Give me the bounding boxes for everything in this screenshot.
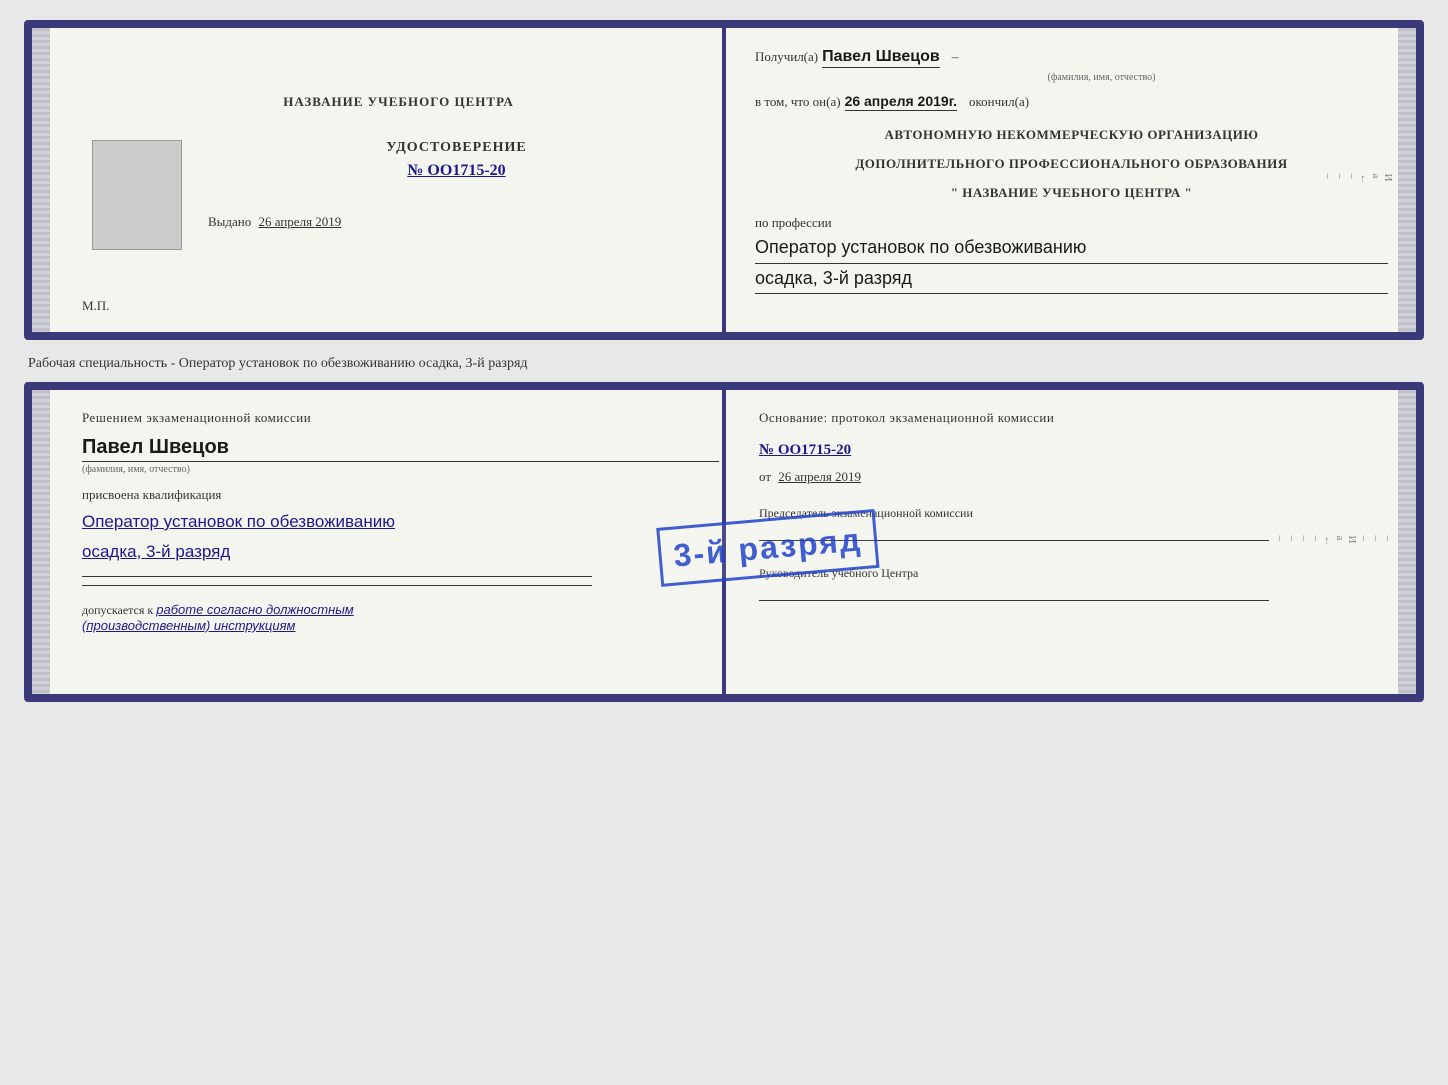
sig-line1 xyxy=(82,576,592,577)
cert-title: УДОСТОВЕРЕНИЕ xyxy=(198,140,715,156)
card2-document: Решением экзаменационной комиссии Павел … xyxy=(24,382,1424,702)
side-char-i: И xyxy=(1382,174,1394,187)
in-that-prefix: в том, что он(а) xyxy=(755,94,841,110)
sig-line2 xyxy=(82,585,592,586)
side-char2-dash2: – xyxy=(1370,536,1382,549)
chairman-sig-line xyxy=(759,540,1269,541)
director-block: Руководитель учебного Центра xyxy=(759,565,1396,601)
card2-left-panel: Решением экзаменационной комиссии Павел … xyxy=(32,390,739,694)
card1-document: НАЗВАНИЕ УЧЕБНОГО ЦЕНТРА УДОСТОВЕРЕНИЕ №… xyxy=(24,20,1424,340)
director-label: Руководитель учебного Центра xyxy=(759,565,1396,582)
received-row: Получил(а) Павел Швецов – xyxy=(755,48,1388,68)
side-char-a: а xyxy=(1370,174,1382,187)
basis-title: Основание: протокол экзаменационной коми… xyxy=(759,410,1396,426)
side-char2-i: И xyxy=(1346,536,1358,549)
side-char2-dash4: – xyxy=(1310,536,1322,549)
chairman-label: Председатель экзаменационной комиссии xyxy=(759,505,1396,522)
org-line1: АВТОНОМНУЮ НЕКОММЕРЧЕСКУЮ ОРГАНИЗАЦИЮ xyxy=(755,125,1388,146)
side-char2-dash3: – xyxy=(1358,536,1370,549)
assigned-label: присвоена квалификация xyxy=(82,487,719,503)
director-sig-line xyxy=(759,600,1269,601)
qualification2: осадка, 3-й разряд xyxy=(82,539,719,565)
side-char-arrow: ← xyxy=(1358,174,1370,187)
profession-value1: Оператор установок по обезвоживанию xyxy=(755,235,1388,263)
decision-title: Решением экзаменационной комиссии xyxy=(82,410,719,426)
dash1: – xyxy=(952,49,959,65)
cert-number: № OO1715-20 xyxy=(198,162,715,180)
card2-name-subtitle: (фамилия, имя, отчество) xyxy=(82,464,719,475)
date-value: 26 апреля 2019 xyxy=(778,469,861,484)
side-char2-dash1: – xyxy=(1382,536,1394,549)
side-char-dash2: – xyxy=(1334,174,1346,187)
photo-placeholder xyxy=(92,140,182,250)
protocol-date: от 26 апреля 2019 xyxy=(759,469,1396,485)
issued-date: 26 апреля 2019 xyxy=(259,214,342,229)
card2-right-panel: Основание: протокол экзаменационной коми… xyxy=(739,390,1416,694)
allowed-value2: (производственным) инструкциям xyxy=(82,618,295,633)
side-char2-arrow: ← xyxy=(1322,536,1334,549)
qualification1: Оператор установок по обезвоживанию xyxy=(82,509,719,535)
side-chars-2: – – – И а ← – – – – xyxy=(1274,536,1394,549)
received-prefix: Получил(а) xyxy=(755,49,818,65)
card2-name: Павел Швецов xyxy=(82,436,719,462)
issued-label: Выдано xyxy=(208,214,251,229)
side-char-dash3: – xyxy=(1322,174,1334,187)
date-prefix: от xyxy=(759,469,771,484)
profession-value2: осадка, 3-й разряд xyxy=(755,266,1388,294)
side-char2-a: а xyxy=(1334,536,1346,549)
protocol-number: № OO1715-20 xyxy=(759,442,1396,459)
recipient-name: Павел Швецов xyxy=(822,48,940,68)
mp-label: М.П. xyxy=(82,298,109,314)
side-char2-dash5: – xyxy=(1298,536,1310,549)
issued-row: Выдано 26 апреля 2019 xyxy=(208,214,341,230)
allowed-value: работе согласно должностным xyxy=(156,602,353,617)
allowed-text: допускается к работе согласно должностны… xyxy=(82,602,719,634)
finished-label: окончил(а) xyxy=(969,94,1029,110)
between-label: Рабочая специальность - Оператор установ… xyxy=(24,356,1424,372)
side-char-dash1: – xyxy=(1346,174,1358,187)
org-line2: ДОПОЛНИТЕЛЬНОГО ПРОФЕССИОНАЛЬНОГО ОБРАЗО… xyxy=(755,154,1388,175)
card1-right-panel: Получил(а) Павел Швецов – (фамилия, имя,… xyxy=(735,28,1416,332)
allowed-prefix: допускается к xyxy=(82,603,153,617)
profession-label: по профессии xyxy=(755,215,1388,231)
card1-center-title: НАЗВАНИЕ УЧЕБНОГО ЦЕНТРА xyxy=(283,94,514,110)
in-that-row: в том, что он(а) 26 апреля 2019г. окончи… xyxy=(755,93,1388,111)
card1-left-panel: НАЗВАНИЕ УЧЕБНОГО ЦЕНТРА УДОСТОВЕРЕНИЕ №… xyxy=(32,28,735,332)
org-block: АВТОНОМНУЮ НЕКОММЕРЧЕСКУЮ ОРГАНИЗАЦИЮ ДО… xyxy=(755,125,1388,203)
signature-lines-area xyxy=(82,576,719,586)
page-wrapper: НАЗВАНИЕ УЧЕБНОГО ЦЕНТРА УДОСТОВЕРЕНИЕ №… xyxy=(24,20,1424,702)
org-line3: " НАЗВАНИЕ УЧЕБНОГО ЦЕНТРА " xyxy=(755,183,1388,204)
side-chars-1: И а ← – – – xyxy=(1322,174,1394,187)
side-char2-dash7: – xyxy=(1274,536,1286,549)
completion-date: 26 апреля 2019г. xyxy=(845,93,957,111)
name-subtitle-1: (фамилия, имя, отчество) xyxy=(815,72,1388,83)
side-char2-dash6: – xyxy=(1286,536,1298,549)
